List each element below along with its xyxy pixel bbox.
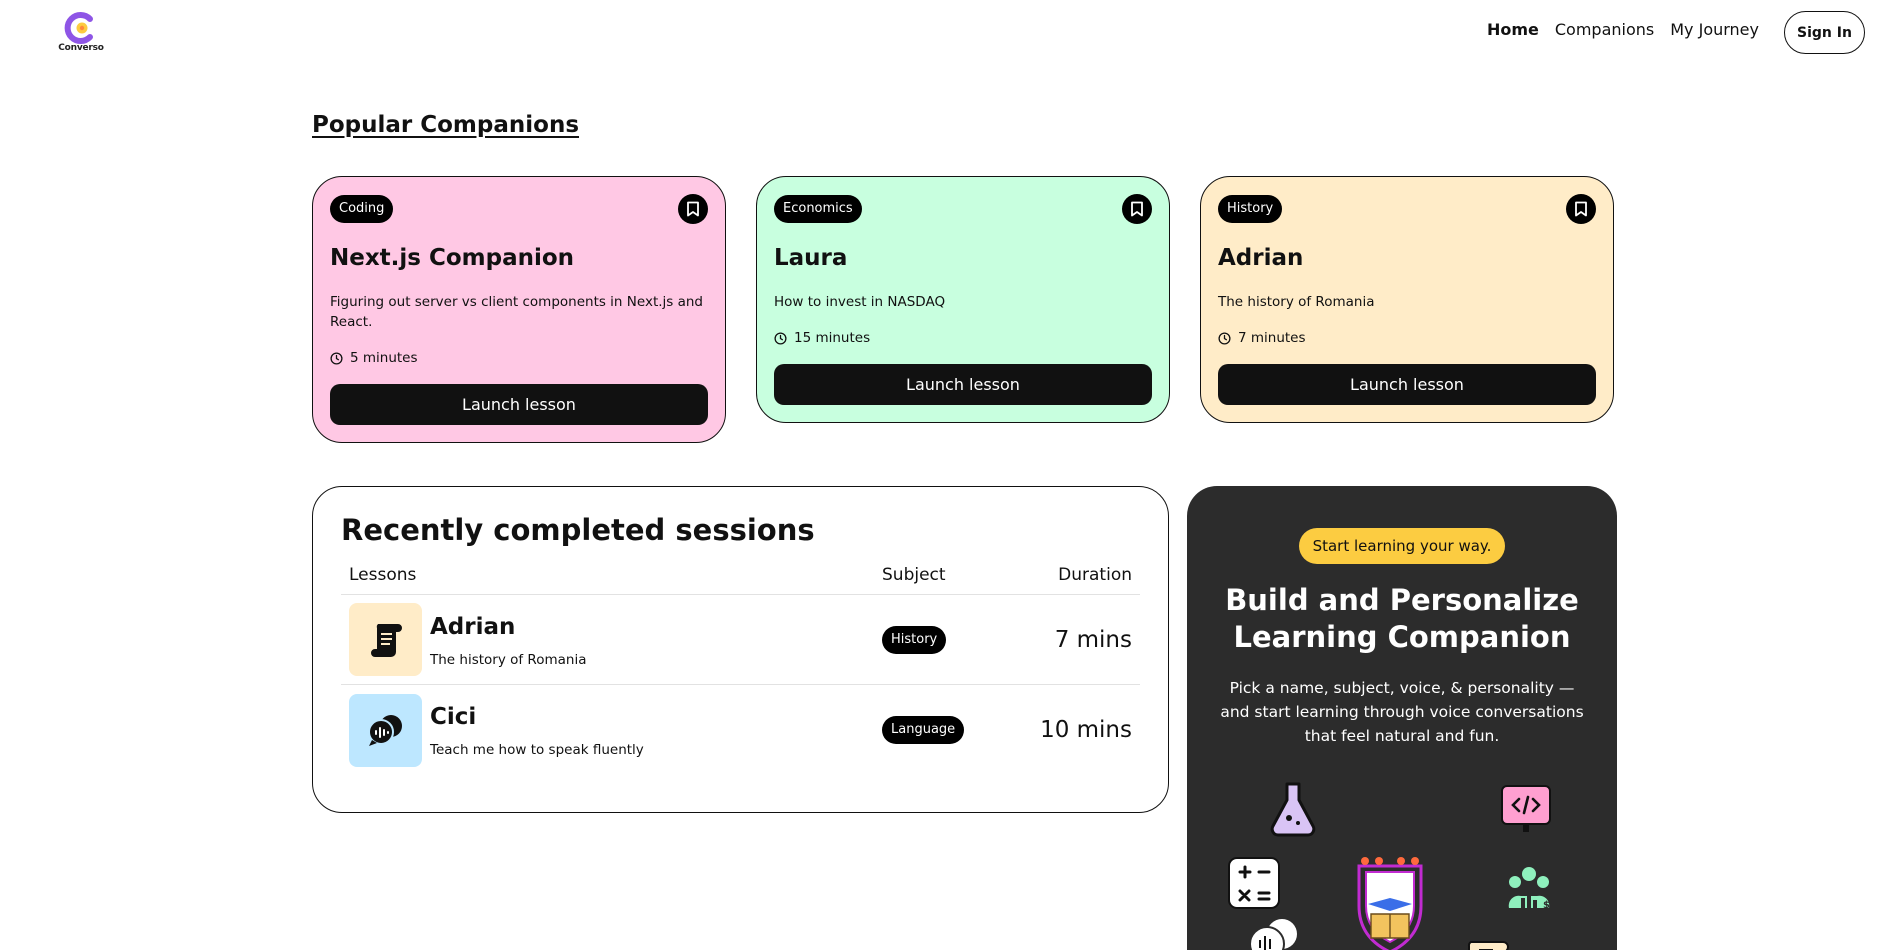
companion-topic: How to invest in NASDAQ — [774, 294, 946, 310]
duration-cell: 10 mins — [1040, 717, 1132, 743]
companion-topic: The history of Romania — [1218, 294, 1375, 310]
subject-badge: Coding — [330, 195, 394, 223]
lesson-cell: Adrian The history of Romania — [349, 603, 882, 676]
companion-topic: Figuring out server vs client components… — [330, 294, 703, 330]
clock-icon — [1218, 331, 1231, 345]
lesson-topic: Teach me how to speak fluently — [430, 742, 644, 758]
companion-card: Coding Next.js Companion Figuring out se… — [312, 176, 726, 443]
speech-bubbles-icon — [367, 715, 402, 746]
popular-companions-title: Popular Companions — [312, 112, 580, 138]
clock-icon — [330, 351, 343, 365]
table-row[interactable]: Cici Teach me how to speak fluently Lang… — [341, 685, 1140, 775]
nav-link-home[interactable]: Home — [1487, 20, 1539, 39]
cta-description: Pick a name, subject, voice, & personali… — [1220, 679, 1584, 745]
bookmark-icon — [1131, 201, 1143, 217]
subject-badge: History — [882, 625, 947, 654]
lesson-name: Cici — [430, 704, 477, 730]
companion-card: History Adrian The history of Romania 7 … — [1200, 176, 1614, 423]
document-icon — [1467, 941, 1509, 950]
bookmark-button[interactable] — [1566, 194, 1596, 224]
companion-card: Economics Laura How to invest in NASDAQ … — [756, 176, 1170, 423]
flask-icon — [1270, 782, 1316, 837]
bookmark-button[interactable] — [1122, 194, 1152, 224]
launch-lesson-button[interactable]: Launch lesson — [330, 384, 708, 425]
recent-sessions-panel: Recently completed sessions Lessons Subj… — [312, 486, 1169, 813]
bookmark-button[interactable] — [678, 194, 708, 224]
logo-text: Converso — [58, 43, 104, 53]
nav-links: Home Companions My Journey — [1487, 20, 1759, 39]
scroll-icon — [370, 623, 402, 657]
companion-name: Next.js Companion — [330, 245, 575, 271]
cta-illustration: $ — [1228, 782, 1551, 950]
people-chart-icon: $ — [1508, 867, 1550, 911]
cta-title: Build and Personalize Learning Companion — [1225, 583, 1579, 654]
graduation-shield-icon — [1357, 857, 1423, 950]
launch-lesson-button[interactable]: Launch lesson — [1218, 364, 1596, 405]
recent-sessions-title: Recently completed sessions — [341, 513, 815, 547]
clock-icon — [774, 331, 787, 345]
nav-link-my-journey[interactable]: My Journey — [1670, 20, 1759, 39]
launch-lesson-button[interactable]: Launch lesson — [774, 364, 1152, 405]
bookmark-icon — [687, 201, 699, 217]
calculator-icon — [1228, 857, 1280, 909]
duration-cell: 7 mins — [1054, 626, 1132, 653]
lesson-name: Adrian — [430, 613, 516, 640]
lesson-topic: The history of Romania — [430, 651, 587, 668]
subject-cell: Language — [882, 716, 1032, 744]
table-row[interactable]: Adrian The history of Romania History 7 … — [341, 595, 1140, 685]
nav-link-companions[interactable]: Companions — [1555, 20, 1654, 39]
svg-text:$: $ — [1543, 900, 1550, 911]
lesson-cell: Cici Teach me how to speak fluently — [349, 693, 882, 767]
cta-panel: Start learning your way. Build and Perso… — [1187, 486, 1617, 950]
subject-badge: History — [1218, 195, 1283, 223]
companion-name: Adrian — [1218, 245, 1304, 271]
companion-duration: 5 minutes — [330, 348, 708, 368]
subject-badge: Economics — [774, 195, 862, 223]
voice-bubble-icon — [1249, 919, 1297, 950]
lesson-thumbnail — [349, 693, 422, 767]
navbar: Converso Home Companions My Journey Sign… — [0, 0, 1903, 64]
duration-text: 7 minutes — [1238, 330, 1306, 346]
column-header-subject: Subject — [882, 564, 946, 585]
logo[interactable]: Converso — [58, 11, 104, 55]
column-header-duration: Duration — [1058, 564, 1132, 585]
companion-name: Laura — [774, 245, 848, 271]
table-header: Lessons Subject Duration — [341, 555, 1140, 595]
sign-in-button[interactable]: Sign In — [1784, 11, 1865, 54]
companion-duration: 15 minutes — [774, 328, 1152, 348]
duration-text: 15 minutes — [794, 330, 871, 346]
bookmark-icon — [1575, 201, 1587, 217]
cta-pill: Start learning your way. — [1299, 528, 1505, 564]
duration-text: 5 minutes — [350, 350, 418, 366]
subject-badge: Language — [882, 716, 965, 744]
code-monitor-icon — [1501, 785, 1551, 832]
subject-cell: History — [882, 625, 1032, 654]
companion-duration: 7 minutes — [1218, 328, 1596, 348]
converso-logo-icon — [64, 12, 93, 44]
column-header-lessons: Lessons — [349, 564, 417, 585]
lesson-thumbnail — [349, 603, 422, 676]
